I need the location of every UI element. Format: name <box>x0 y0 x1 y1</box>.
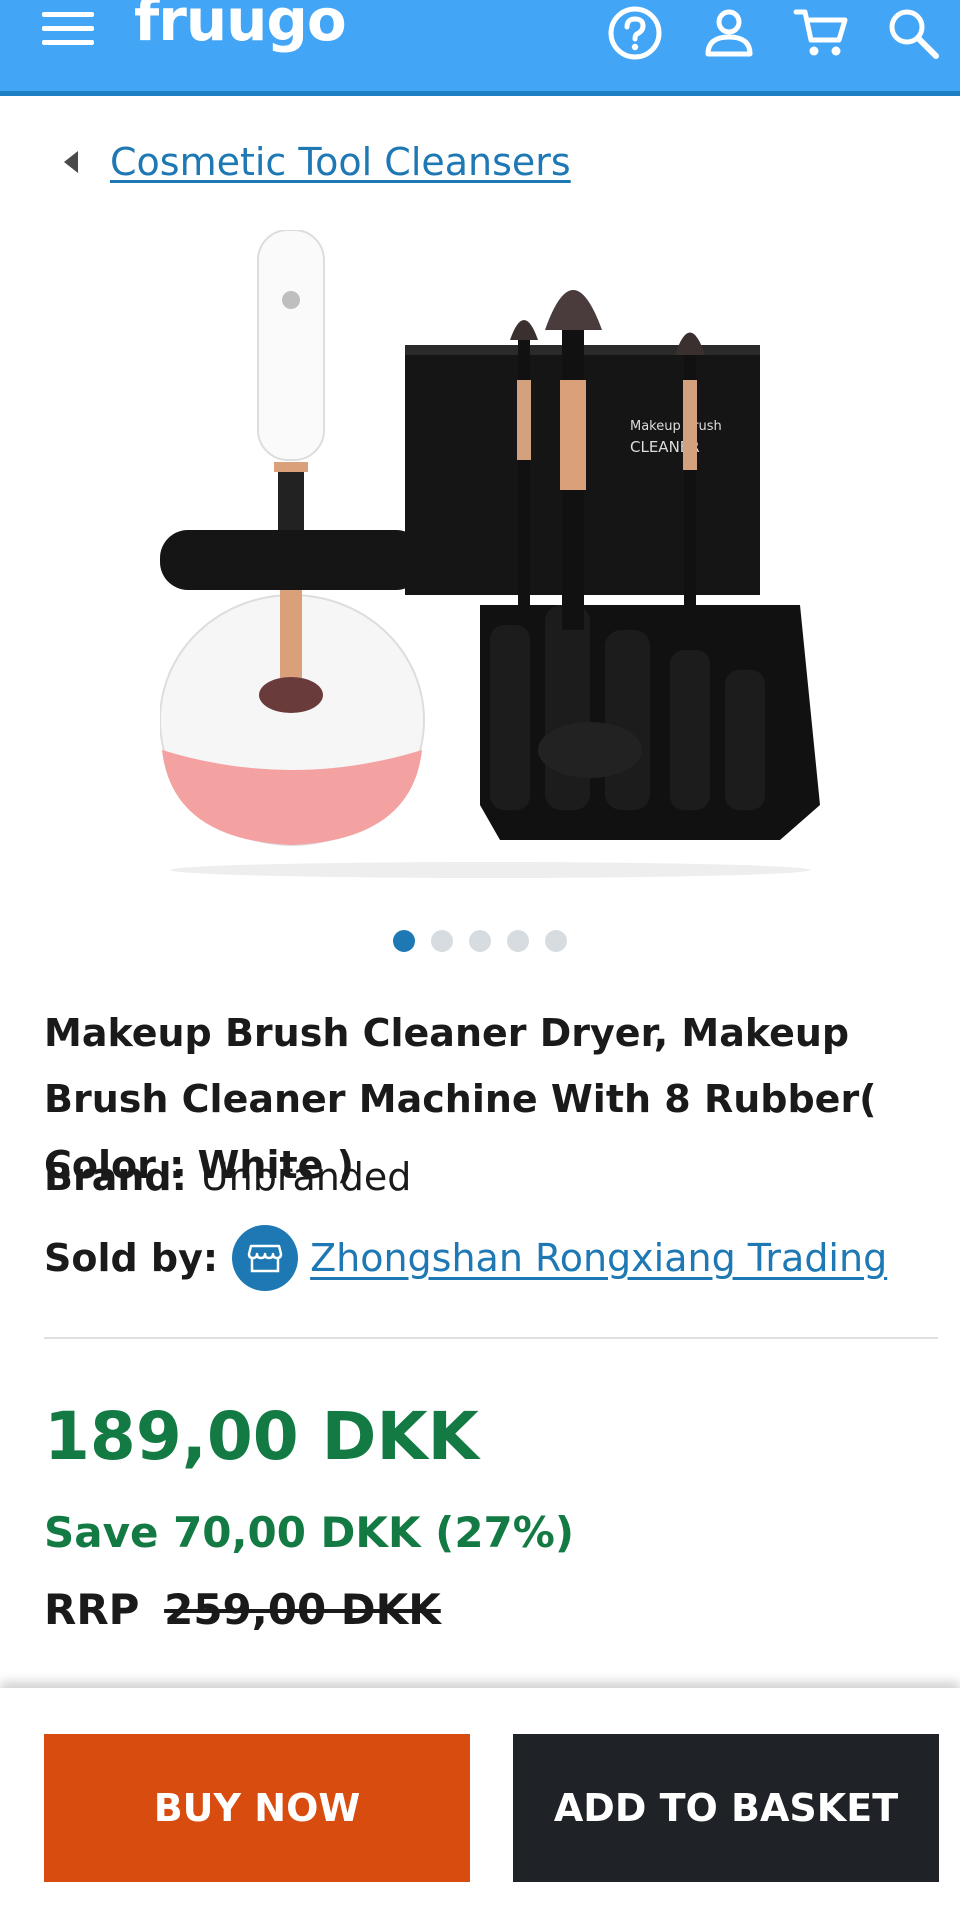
buy-now-button[interactable]: BUY NOW <box>44 1734 470 1882</box>
hamburger-menu-icon[interactable] <box>42 12 94 48</box>
add-to-basket-button[interactable]: ADD TO BASKET <box>513 1734 939 1882</box>
seller-link[interactable]: Zhongshan Rongxiang Trading <box>310 1236 887 1280</box>
chevron-left-icon[interactable] <box>64 151 78 173</box>
search-icon[interactable] <box>884 4 942 62</box>
rrp-label: RRP <box>44 1585 140 1634</box>
fruugo-logo[interactable]: fruugo <box>134 0 347 54</box>
carousel-dot[interactable] <box>393 930 415 952</box>
store-icon[interactable] <box>232 1225 299 1291</box>
carousel-dots <box>0 930 960 952</box>
cart-icon[interactable] <box>792 4 850 62</box>
carousel-dot[interactable] <box>545 930 567 952</box>
carousel-dot[interactable] <box>431 930 453 952</box>
brand-value: Unbranded <box>200 1155 412 1199</box>
breadcrumb-link-category[interactable]: Cosmetic Tool Cleansers <box>110 140 571 184</box>
account-icon[interactable] <box>700 4 758 62</box>
carousel-dot[interactable] <box>469 930 491 952</box>
rrp-row: RRP 259,00 DKK <box>44 1585 441 1634</box>
seller-row: Sold by: Zhongshan Rongxiang Trading <box>44 1225 887 1291</box>
carousel-dot[interactable] <box>507 930 529 952</box>
top-header: fruugo <box>0 0 960 96</box>
brand-row: Brand: Unbranded <box>44 1155 411 1199</box>
action-bar: BUY NOW ADD TO BASKET <box>0 1688 960 1911</box>
sold-by-label: Sold by: <box>44 1236 219 1280</box>
brand-label: Brand: <box>44 1155 187 1199</box>
price: 189,00 DKK <box>44 1398 479 1475</box>
help-icon[interactable] <box>606 4 664 62</box>
savings-text: Save 70,00 DKK (27%) <box>44 1508 575 1557</box>
breadcrumb: Cosmetic Tool Cleansers <box>64 140 571 184</box>
svg-text:Makeup brush: Makeup brush <box>630 419 722 434</box>
product-image[interactable]: Makeup brush CLEANER <box>160 230 820 880</box>
divider <box>44 1337 938 1339</box>
rrp-value: 259,00 DKK <box>164 1585 441 1634</box>
